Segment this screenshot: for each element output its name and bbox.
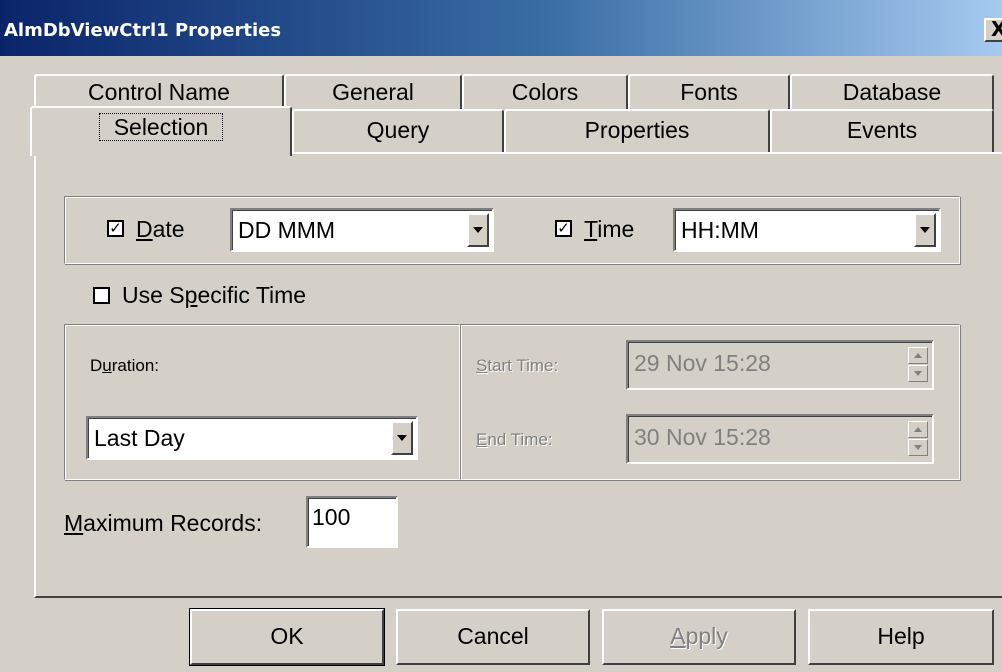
tab-label: Fonts <box>680 79 738 105</box>
tab-control-name[interactable]: Control Name <box>34 74 284 110</box>
tab-label: General <box>332 79 414 105</box>
button-label: Help <box>877 623 925 649</box>
end-time-value: 30 Nov 15:28 <box>634 424 771 450</box>
button-label: pply <box>685 623 728 649</box>
label-part: Use S <box>122 282 185 308</box>
tab-label: Colors <box>511 79 579 105</box>
tab-label: Selection <box>98 113 224 141</box>
end-time-label: End Time: <box>476 430 553 450</box>
tab-properties[interactable]: Properties <box>504 109 770 153</box>
label-accel: p <box>184 282 198 308</box>
tab-label: Database <box>842 79 942 105</box>
label-accel: M <box>64 510 84 536</box>
use-specific-time-checkbox[interactable] <box>93 287 110 304</box>
tab-fonts[interactable]: Fonts <box>628 74 790 110</box>
check-icon: ✓ <box>557 220 570 237</box>
label-part: nd Time: <box>487 430 553 449</box>
label-part: tart Time: <box>487 356 559 375</box>
end-time-spinner: 30 Nov 15:28 <box>626 414 934 464</box>
ok-button[interactable]: OK <box>189 608 385 666</box>
time-checkbox[interactable]: ✓ <box>555 220 572 237</box>
label-accel: A <box>670 623 686 649</box>
cancel-button[interactable]: Cancel <box>396 609 590 665</box>
chevron-down-icon[interactable] <box>914 213 936 247</box>
use-specific-time-label: Use Specific Time <box>122 282 306 309</box>
tab-query[interactable]: Query <box>292 109 504 153</box>
tab-general[interactable]: General <box>284 74 462 110</box>
spin-down-icon <box>908 439 928 456</box>
date-format-value: DD MMM <box>238 217 336 243</box>
time-label-accel: T <box>584 216 598 242</box>
tab-events[interactable]: Events <box>770 109 994 153</box>
spin-up-icon <box>908 347 928 364</box>
title-bar[interactable]: AlmDbViewCtrl1 Properties X <box>0 0 1002 56</box>
max-records-value: 100 <box>312 504 351 530</box>
button-label: OK <box>270 623 304 649</box>
start-time-label: Start Time: <box>476 356 558 376</box>
tab-colors[interactable]: Colors <box>462 74 628 110</box>
label-part: aximum Records: <box>83 510 263 536</box>
button-label: Cancel <box>457 623 529 649</box>
chevron-down-icon[interactable] <box>467 213 489 247</box>
duration-combo[interactable]: Last Day <box>86 416 418 460</box>
tab-label: Properties <box>584 117 690 143</box>
tab-label: Control Name <box>88 79 230 105</box>
spin-up-icon <box>908 421 928 438</box>
apply-button: Apply <box>602 609 796 665</box>
tab-label: Query <box>366 117 430 143</box>
date-label-accel: D <box>136 216 153 242</box>
time-label: Time <box>584 216 634 243</box>
close-button[interactable]: X <box>984 18 1002 42</box>
help-button[interactable]: Help <box>808 609 994 665</box>
duration-value: Last Day <box>94 425 185 451</box>
date-format-combo[interactable]: DD MMM <box>230 208 494 252</box>
label-accel: E <box>476 430 488 449</box>
label-part: D <box>90 356 103 375</box>
tab-selection[interactable]: Selection <box>30 106 292 156</box>
check-icon: ✓ <box>109 220 122 237</box>
time-format-value: HH:MM <box>681 217 759 243</box>
tab-database[interactable]: Database <box>790 74 994 110</box>
label-part: ecific Time <box>197 282 307 308</box>
duration-label: Duration: <box>90 356 159 376</box>
date-label-text: ate <box>152 216 185 242</box>
label-accel: S <box>476 356 488 375</box>
max-records-label: Maximum Records: <box>64 510 262 537</box>
label-part: ration: <box>111 356 159 375</box>
start-time-value: 29 Nov 15:28 <box>634 350 771 376</box>
window-title: AlmDbViewCtrl1 Properties <box>4 20 282 41</box>
tab-label: Events <box>846 117 918 143</box>
spin-down-icon <box>908 365 928 382</box>
max-records-input[interactable]: 100 <box>306 496 398 548</box>
date-label: Date <box>136 216 185 243</box>
time-label-text: ime <box>597 216 635 242</box>
label-accel: u <box>102 356 112 375</box>
start-time-spinner: 29 Nov 15:28 <box>626 340 934 390</box>
time-format-combo[interactable]: HH:MM <box>673 208 941 252</box>
close-icon: X <box>991 17 1002 41</box>
date-checkbox[interactable]: ✓ <box>107 220 124 237</box>
chevron-down-icon[interactable] <box>391 421 413 455</box>
